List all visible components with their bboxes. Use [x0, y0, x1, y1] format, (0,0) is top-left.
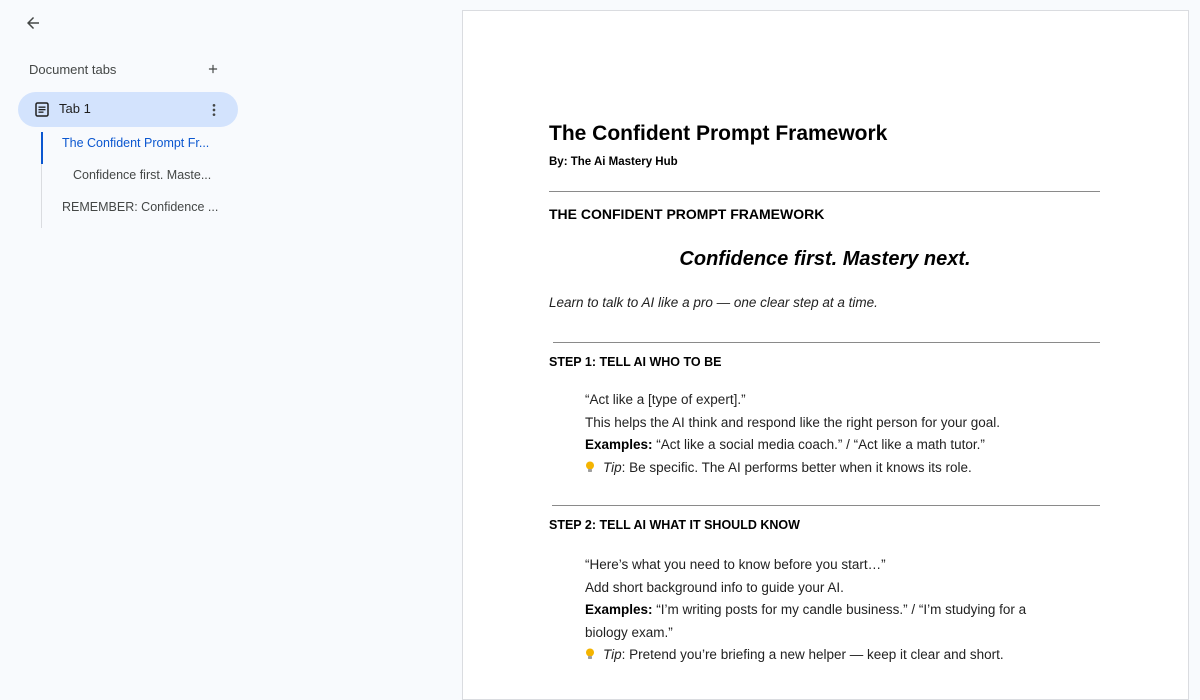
tip-text: : Pretend you’re briefing a new helper —… [621, 647, 1004, 662]
document-icon [35, 102, 49, 117]
document-byline: By: The Ai Mastery Hub [549, 156, 678, 168]
step-2-heading: STEP 2: TELL AI WHAT IT SHOULD KNOW [549, 518, 800, 532]
step-1-description: This helps the AI think and respond like… [585, 414, 1000, 430]
step-2-tip: Tip: Pretend you’re briefing a new helpe… [585, 644, 1085, 667]
examples-label: Examples: [585, 437, 653, 452]
step-1-tip: Tip: Be specific. The AI performs better… [585, 457, 1085, 480]
tab-options-button[interactable] [202, 98, 226, 122]
step-2-quote: “Here’s what you need to know before you… [585, 557, 886, 572]
lightbulb-icon [586, 648, 594, 659]
document-title: The Confident Prompt Framework [549, 122, 888, 145]
step-2-body: “Here’s what you need to know before you… [585, 554, 1085, 667]
step-1-heading: STEP 1: TELL AI WHO TO BE [549, 355, 722, 369]
plus-icon [208, 64, 218, 74]
outline-item-tagline[interactable]: Confidence first. Maste... [41, 164, 226, 196]
step-1-body: “Act like a [type of expert].” This help… [585, 389, 1085, 479]
horizontal-rule [553, 342, 1100, 343]
add-tab-button[interactable] [201, 57, 225, 81]
subtitle: Learn to talk to AI like a pro — one cle… [549, 295, 878, 310]
tip-label: Tip [603, 647, 622, 662]
step-1-examples: Examples: “Act like a social media coach… [585, 434, 1085, 457]
document-page[interactable]: The Confident Prompt Framework By: The A… [462, 10, 1189, 700]
arrow-back-icon [27, 17, 39, 29]
outline-item-remember[interactable]: REMEMBER: Confidence ... [41, 196, 226, 228]
tab-1[interactable]: Tab 1 [18, 92, 238, 127]
outline-item-title[interactable]: The Confident Prompt Fr... [41, 132, 226, 164]
section-heading: THE CONFIDENT PROMPT FRAMEWORK [549, 206, 825, 222]
document-outline: The Confident Prompt Fr... Confidence fi… [41, 132, 226, 228]
document-tabs-header: Document tabs [29, 60, 225, 78]
tip-label: Tip [603, 459, 622, 475]
tagline: Confidence first. Mastery next. [679, 248, 971, 270]
more-vert-icon [212, 104, 216, 116]
horizontal-rule [549, 191, 1100, 192]
step-2-examples: Examples: “I’m writing posts for my cand… [585, 599, 1065, 644]
horizontal-rule [552, 505, 1100, 506]
tab-label: Tab 1 [59, 101, 91, 116]
examples-label: Examples: [585, 602, 653, 617]
step-1-quote: “Act like a [type of expert].” [585, 392, 746, 407]
step-2-description: Add short background info to guide your … [585, 579, 844, 595]
tip-text: : Be specific. The AI performs better wh… [621, 459, 972, 475]
lightbulb-icon [586, 461, 594, 472]
document-tabs-label: Document tabs [29, 61, 117, 77]
back-button[interactable] [19, 9, 47, 37]
examples-text: “Act like a social media coach.” / “Act … [652, 437, 985, 452]
